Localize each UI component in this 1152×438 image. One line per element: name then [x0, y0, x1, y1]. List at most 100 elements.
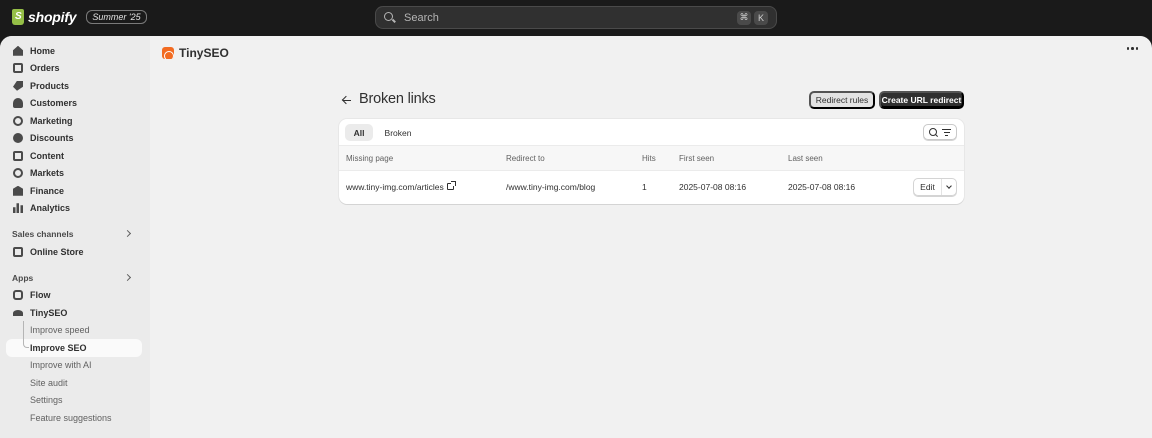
last-seen-cell: 2025-07-08 08:16 [788, 182, 856, 192]
search-icon [384, 11, 396, 24]
sidebar-subitem-label: Feature suggestions [30, 412, 112, 423]
broken-links-card: All Broken Missing page Redirect to Hits… [339, 119, 964, 204]
sidebar-item-label: Customers [30, 98, 78, 109]
sidebar-item-label: Home [30, 45, 56, 56]
sidebar-item-label: Online Store [30, 246, 84, 257]
sidebar-item-finance[interactable]: Finance [0, 182, 150, 200]
page-header: Broken links Redirect rules Create URL r… [340, 90, 964, 112]
table-header: Missing page Redirect to Hits First seen… [339, 146, 964, 171]
filter-icon [942, 128, 951, 136]
tag-icon [13, 80, 23, 91]
sidebar-item-label: Content [30, 150, 64, 161]
top-bar: shopify Summer '25 Search ⌘ K [0, 0, 1152, 36]
table-row[interactable]: www.tiny-img.com/articles /www.tiny-img.… [339, 171, 964, 204]
orders-icon [13, 63, 23, 74]
create-url-redirect-button[interactable]: Create URL redirect [879, 91, 964, 109]
sidebar-item-label: Flow [30, 290, 51, 301]
chevron-right-icon [123, 229, 132, 238]
edit-button[interactable]: Edit [914, 179, 942, 195]
sidebar-subitem-label: Site audit [30, 377, 68, 388]
bank-icon [13, 185, 23, 196]
sidebar-item-analytics[interactable]: Analytics [0, 200, 150, 218]
chevron-down-icon [946, 182, 952, 189]
row-actions: Edit [913, 178, 957, 196]
back-arrow-icon[interactable] [342, 95, 352, 105]
sidebar-item-label: Discounts [30, 133, 74, 144]
sidebar-subitem-label: Improve speed [30, 325, 90, 336]
sidebar-subitem-improve-seo[interactable]: Improve SEO [6, 321, 142, 357]
discount-icon [13, 133, 23, 144]
shopify-logo[interactable]: shopify Summer '25 [12, 9, 147, 25]
flow-icon [13, 290, 23, 301]
sidebar-item-flow[interactable]: Flow [0, 287, 150, 305]
sidebar-subitem-label: Improve with AI [30, 360, 92, 371]
missing-page-cell[interactable]: www.tiny-img.com/articles [346, 181, 456, 192]
external-link-icon[interactable] [446, 181, 456, 190]
sidebar-item-label: Markets [30, 168, 65, 179]
dot-icon [1135, 47, 1138, 50]
hits-cell: 1 [642, 182, 647, 192]
page-title: Broken links [359, 91, 436, 107]
sidebar-item-label: Finance [30, 185, 65, 196]
sidebar-subitem-site-audit[interactable]: Site audit [0, 374, 150, 392]
sidebar-subitem-label: Settings [30, 395, 63, 406]
apps-heading[interactable]: Apps [0, 269, 150, 287]
sidebar-subitem-label: Improve SEO [30, 342, 87, 353]
column-header-missing-page[interactable]: Missing page [346, 154, 393, 163]
logo-text: shopify [28, 9, 77, 25]
sidebar-item-tinyseo[interactable]: TinySEO [0, 304, 150, 322]
app-title: TinySEO [179, 46, 229, 60]
more-actions-button[interactable] [1126, 47, 1138, 50]
target-icon [13, 115, 23, 126]
tree-connector [23, 321, 29, 348]
sidebar-item-label: Marketing [30, 115, 73, 126]
missing-page-link[interactable]: www.tiny-img.com/articles [346, 182, 444, 192]
app-header: TinySEO [162, 46, 229, 60]
search-placeholder: Search [404, 11, 439, 24]
section-label: Sales channels [12, 229, 74, 239]
redirect-rules-button[interactable]: Redirect rules [809, 91, 875, 109]
tab-broken[interactable]: Broken [379, 124, 417, 141]
sales-channels-heading[interactable]: Sales channels [0, 225, 150, 243]
dot-icon [1126, 47, 1129, 50]
column-header-first-seen[interactable]: First seen [679, 154, 714, 163]
sidebar-item-content[interactable]: Content [0, 147, 150, 165]
sidebar-item-label: Analytics [30, 203, 71, 214]
section-label: Apps [12, 272, 34, 283]
sidebar: Home Orders Products Customers Marketing… [0, 36, 150, 438]
person-icon [13, 98, 23, 109]
sidebar-item-customers[interactable]: Customers [0, 95, 150, 113]
edition-badge[interactable]: Summer '25 [86, 10, 147, 24]
tabs-row: All Broken [339, 119, 964, 146]
content-icon [13, 150, 23, 161]
sidebar-item-orders[interactable]: Orders [0, 60, 150, 78]
tinyseo-logo-icon [162, 47, 174, 59]
tab-all[interactable]: All [345, 124, 373, 141]
sidebar-item-markets[interactable]: Markets [0, 165, 150, 183]
gauge-icon [13, 309, 23, 316]
sidebar-item-discounts[interactable]: Discounts [0, 130, 150, 148]
sidebar-subitem-improve-with-ai[interactable]: Improve with AI [0, 357, 150, 375]
search-filter-button[interactable] [923, 124, 957, 140]
bar-chart-icon [13, 203, 23, 214]
search-bar[interactable]: Search ⌘ K [375, 6, 777, 29]
column-header-last-seen[interactable]: Last seen [788, 154, 823, 163]
admin-frame: Home Orders Products Customers Marketing… [0, 36, 1152, 438]
store-icon [13, 246, 23, 257]
globe-icon [13, 168, 23, 179]
sidebar-item-online-store[interactable]: Online Store [0, 243, 150, 261]
redirect-to-cell: /www.tiny-img.com/blog [506, 182, 596, 192]
home-icon [13, 45, 23, 56]
column-header-redirect-to[interactable]: Redirect to [506, 154, 545, 163]
column-header-hits[interactable]: Hits [642, 154, 656, 163]
sidebar-item-products[interactable]: Products [0, 77, 150, 95]
more-actions-dropdown[interactable] [942, 179, 956, 195]
sidebar-item-marketing[interactable]: Marketing [0, 112, 150, 130]
chevron-right-icon [123, 273, 132, 281]
sidebar-item-label: TinySEO [30, 307, 68, 318]
search-icon [929, 127, 938, 137]
sidebar-subitem-settings[interactable]: Settings [0, 392, 150, 410]
sidebar-subitem-feature-suggestions[interactable]: Feature suggestions [0, 409, 150, 427]
sidebar-item-home[interactable]: Home [0, 42, 150, 60]
dot-icon [1131, 47, 1134, 50]
